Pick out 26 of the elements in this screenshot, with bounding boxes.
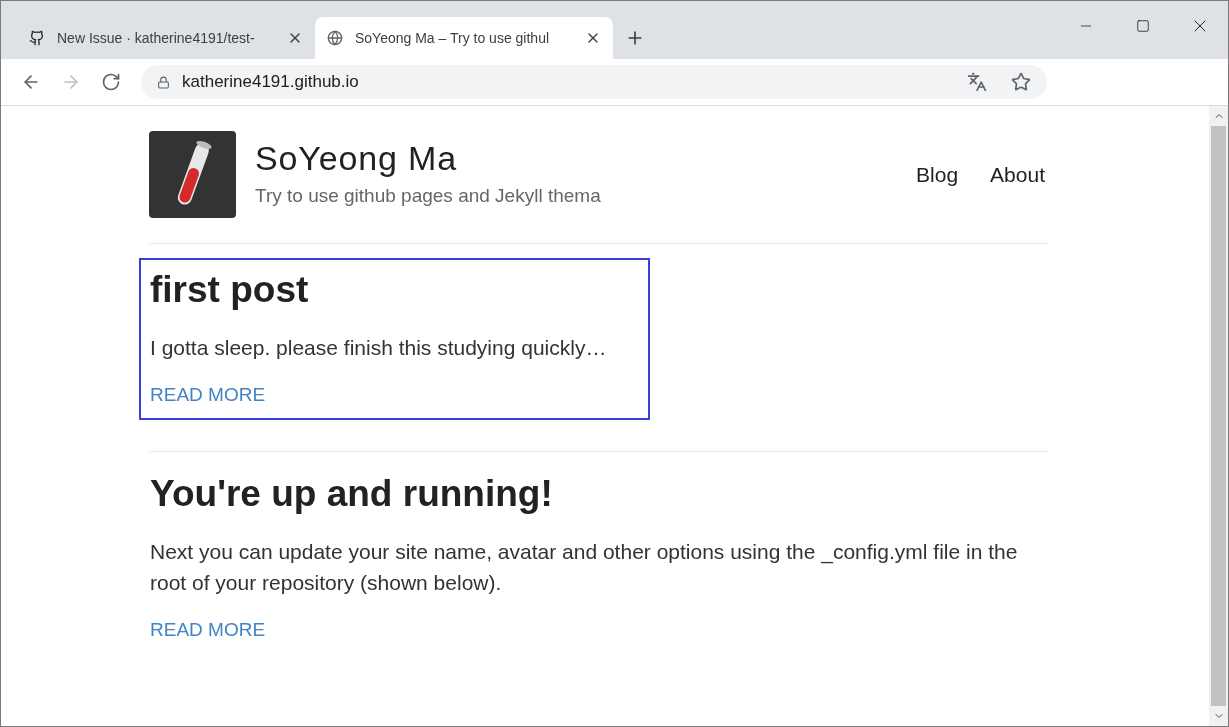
github-icon	[29, 30, 45, 46]
post-excerpt: I gotta sleep. please finish this studying quickly…	[150, 335, 608, 361]
tab-title: SoYeong Ma – Try to use githul	[355, 28, 551, 48]
read-more-link[interactable]: READ MORE	[150, 615, 1018, 644]
post-excerpt: Next you can update your site name, avatar and other options using the _config.yml file in the root of your repository (shown below).	[150, 538, 1018, 596]
tab-title: New Issue · katherine4191/test-	[57, 28, 256, 48]
post-title[interactable]: You're up and running!	[150, 471, 1018, 516]
globe-icon	[327, 30, 343, 46]
nav-link[interactable]: Blog	[916, 158, 959, 191]
bookmark-star-icon[interactable]	[1011, 72, 1031, 92]
maximize-icon[interactable]	[1135, 19, 1150, 33]
logo[interactable]	[149, 131, 236, 218]
address-bar[interactable]: katherine4191.github.io	[141, 65, 1047, 99]
reload-icon[interactable]	[101, 72, 121, 92]
translate-icon[interactable]	[967, 72, 987, 92]
site-title[interactable]: SoYeong Ma	[255, 138, 917, 179]
scrollbar-thumb[interactable]	[1211, 126, 1226, 706]
scrollbar[interactable]	[1209, 106, 1228, 726]
read-more-link[interactable]: READ MORE	[150, 381, 639, 410]
nav-link[interactable]: About	[990, 158, 1045, 191]
browser-tab[interactable]: New Issue · katherine4191/test-	[17, 17, 315, 59]
post-title[interactable]: first post	[150, 268, 639, 312]
site-tagline: Try to use github pages and Jekyll thema	[255, 184, 602, 209]
browser-tab[interactable]: SoYeong Ma – Try to use githul	[315, 17, 613, 59]
url-text: katherine4191.github.io	[182, 71, 360, 94]
lock-icon	[157, 75, 170, 89]
